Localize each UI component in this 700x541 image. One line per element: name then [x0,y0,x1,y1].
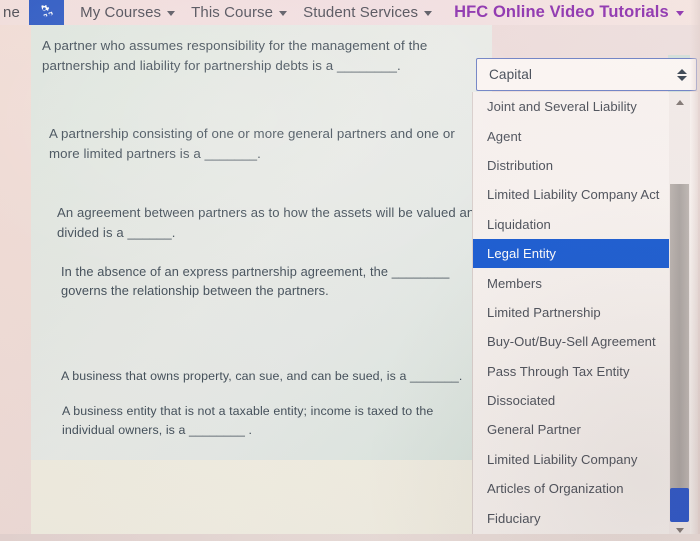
answer-select-dropdown[interactable]: Capital [476,58,697,91]
dropdown-option-container: Joint and Several Liability Agent Distribu… [473,92,669,541]
dropdown-option[interactable]: Articles of Organization [473,474,669,503]
chevron-down-icon [675,11,684,16]
chevron-down-icon [424,11,433,16]
select-spinner-arrows[interactable] [676,68,688,81]
brand-title-hfc-online-video-tutorials[interactable]: HFC Online Video Tutorials [454,3,684,22]
truncated-left-nav-label: ne [3,4,21,21]
answer-select-selected-value: Capital [489,67,533,82]
dropdown-scrollbar[interactable] [669,92,690,541]
dropdown-option[interactable]: Fiduciary [473,503,669,532]
quiz-content-panel: A partner who assumes responsibility for… [31,25,492,460]
dropdown-option[interactable]: Liquidation [473,210,669,239]
dropdown-option[interactable]: Joint and Several Liability [473,92,669,121]
nav-item-student-services-label: Student Services [303,4,419,21]
quiz-content-panel-lower-area [31,460,492,535]
brand-title-label: HFC Online Video Tutorials [454,3,669,21]
scrollbar-highlight-marker[interactable] [670,488,689,522]
dropdown-option[interactable]: Buy-Out/Buy-Sell Agreement [473,327,669,356]
chevron-down-icon [167,11,176,16]
chevron-down-icon [279,11,288,16]
dropdown-option[interactable]: Legal Entity [473,238,669,269]
quiz-question-4: In the absence of an express partnership… [61,264,450,299]
scroll-up-arrow-icon[interactable] [669,94,690,111]
dropdown-option[interactable]: Dissociated [473,386,669,415]
nav-item-my-courses[interactable]: My Courses [80,4,176,21]
quiz-question-5: A business that owns property, can sue, … [61,369,463,383]
dropdown-option[interactable]: Limited Liability Company Act [473,180,669,209]
dropdown-option[interactable]: Distribution [473,151,669,180]
dropdown-option[interactable]: Members [473,268,669,297]
dropdown-option[interactable]: Agent [473,121,669,150]
answer-dropdown-list[interactable]: Joint and Several Liability Agent Distribu… [472,92,698,541]
dropdown-option[interactable]: Pass Through Tax Entity [473,357,669,386]
triangle-up-icon[interactable] [677,68,687,74]
nav-item-student-services[interactable]: Student Services [303,4,433,21]
quiz-question-3: An agreement between partners as to how … [57,205,482,240]
screen-surface: ne My Courses This Course Student Servic… [0,0,700,541]
nav-item-this-course[interactable]: This Course [191,4,288,21]
dropdown-option[interactable]: Limited Liability Company [473,445,669,474]
scrollbar-thumb[interactable] [670,184,689,512]
top-navigation-bar: ne My Courses This Course Student Servic… [0,0,700,25]
quiz-question-6: A business entity that is not a taxable … [62,404,434,437]
gear-icon[interactable] [29,0,65,25]
dropdown-option[interactable]: General Partner [473,415,669,444]
quiz-question-2: A partnership consisting of one or more … [49,126,455,162]
nav-item-my-courses-label: My Courses [80,4,162,21]
triangle-down-icon[interactable] [677,75,687,81]
dropdown-option[interactable]: Limited Partnership [473,298,669,327]
bottom-edge-strip [0,534,700,541]
quiz-question-1: A partner who assumes responsibility for… [42,38,428,74]
nav-item-this-course-label: This Course [191,4,274,21]
